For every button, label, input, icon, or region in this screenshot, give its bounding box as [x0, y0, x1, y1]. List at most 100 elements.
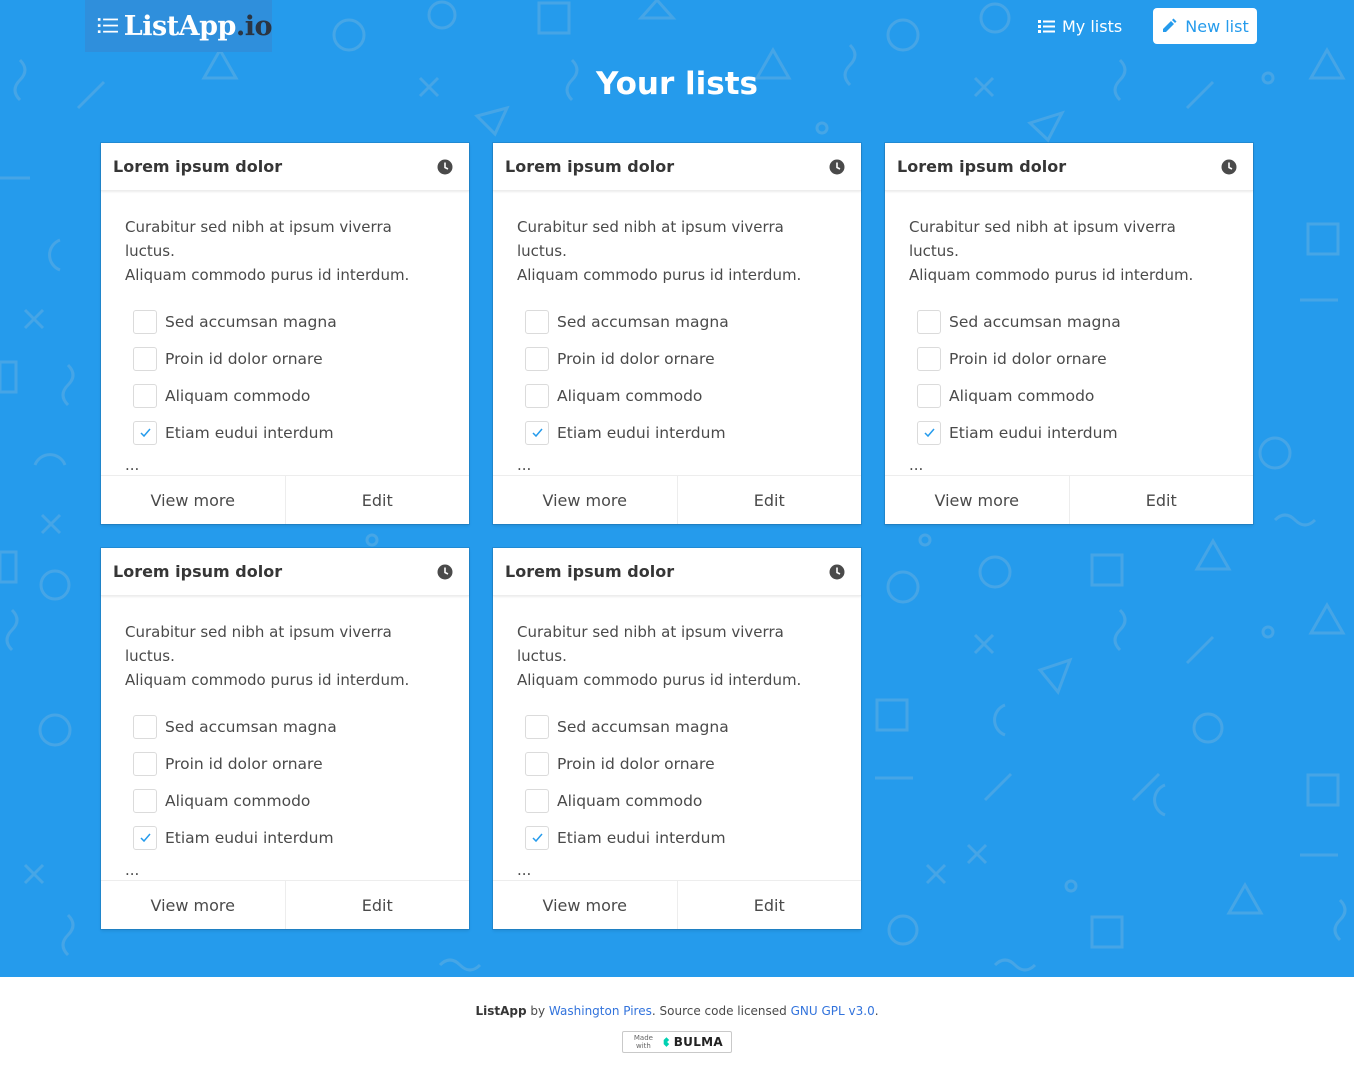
- item-checkbox[interactable]: [525, 309, 549, 334]
- item-checkbox[interactable]: [917, 346, 941, 371]
- item-label: Aliquam commodo: [165, 386, 311, 405]
- badge-made-with: Made with: [633, 1034, 653, 1050]
- more-indicator: ...: [517, 861, 532, 879]
- list-item: Proin id dolor ornare: [917, 340, 1229, 377]
- made-with-bulma-badge[interactable]: Made with BULMA: [622, 1031, 732, 1053]
- item-label: Aliquam commodo: [557, 791, 703, 810]
- view-more-button[interactable]: View more: [493, 881, 677, 929]
- item-label: Proin id dolor ornare: [165, 754, 323, 773]
- clock-icon: [829, 564, 845, 579]
- list-item: Proin id dolor ornare: [133, 745, 445, 782]
- item-label: Proin id dolor ornare: [557, 349, 715, 368]
- footer-credits: ListApp by Washington Pires. Source code…: [475, 1004, 879, 1018]
- list-item: Etiam eudui interdum: [525, 819, 837, 856]
- new-list-button[interactable]: New list: [1153, 8, 1257, 44]
- item-checkbox[interactable]: [525, 714, 549, 739]
- more-indicator: ...: [125, 456, 140, 474]
- item-checkbox[interactable]: [133, 309, 157, 334]
- list-item: Sed accumsan magna: [917, 303, 1229, 340]
- more-indicator: ...: [909, 456, 924, 474]
- edit-button[interactable]: Edit: [284, 881, 470, 929]
- clock-icon: [437, 564, 453, 579]
- checkmark-icon: [923, 428, 935, 438]
- view-more-button[interactable]: View more: [493, 476, 677, 524]
- card-title: Lorem ipsum dolor: [113, 157, 283, 176]
- card-header: Lorem ipsum dolor: [101, 143, 469, 191]
- item-label: Sed accumsan magna: [557, 717, 729, 736]
- edit-button[interactable]: Edit: [284, 476, 470, 524]
- item-checkbox[interactable]: [525, 788, 549, 813]
- item-label: Sed accumsan magna: [557, 312, 729, 331]
- item-checkbox[interactable]: [133, 383, 157, 408]
- item-checkbox[interactable]: [133, 420, 157, 445]
- card-title: Lorem ipsum dolor: [897, 157, 1067, 176]
- list-item: Aliquam commodo: [133, 377, 445, 414]
- item-checkbox[interactable]: [917, 383, 941, 408]
- nav-my-lists[interactable]: My lists: [1038, 14, 1122, 38]
- item-label: Etiam eudui interdum: [949, 423, 1118, 442]
- item-checkbox[interactable]: [917, 420, 941, 445]
- card-header: Lorem ipsum dolor: [885, 143, 1253, 191]
- item-checkbox[interactable]: [133, 788, 157, 813]
- brand-logo[interactable]: ListApp.io: [85, 0, 273, 52]
- badge-bulma: BULMA: [673, 1035, 723, 1049]
- checkmark-icon: [531, 833, 543, 843]
- card-title: Lorem ipsum dolor: [505, 157, 675, 176]
- edit-button[interactable]: Edit: [676, 881, 862, 929]
- item-checkbox[interactable]: [133, 825, 157, 850]
- item-checkbox[interactable]: [525, 420, 549, 445]
- nav-my-lists-label: My lists: [1062, 16, 1123, 36]
- item-label: Aliquam commodo: [165, 791, 311, 810]
- clock-icon: [1221, 159, 1237, 174]
- item-checkbox[interactable]: [133, 346, 157, 371]
- view-more-button[interactable]: View more: [885, 476, 1069, 524]
- card-header: Lorem ipsum dolor: [493, 548, 861, 596]
- item-label: Aliquam commodo: [949, 386, 1095, 405]
- item-checkbox[interactable]: [917, 309, 941, 334]
- card-description: Curabitur sed nibh at ipsum viverra luct…: [125, 623, 410, 689]
- item-label: Proin id dolor ornare: [557, 754, 715, 773]
- item-checkbox[interactable]: [133, 751, 157, 776]
- list-card: Lorem ipsum dolor Curabitur sed nibh at i…: [101, 548, 469, 929]
- list-item: Etiam eudui interdum: [133, 819, 445, 856]
- item-label: Etiam eudui interdum: [165, 423, 334, 442]
- site-footer: ListApp by Washington Pires. Source code…: [0, 977, 1354, 1081]
- list-item: Etiam eudui interdum: [133, 414, 445, 451]
- edit-button[interactable]: Edit: [1068, 476, 1254, 524]
- card-description: Curabitur sed nibh at ipsum viverra luct…: [517, 218, 802, 284]
- item-label: Sed accumsan magna: [949, 312, 1121, 331]
- list-item: Proin id dolor ornare: [525, 745, 837, 782]
- list-item: Aliquam commodo: [525, 782, 837, 819]
- checkmark-icon: [531, 428, 543, 438]
- checkmark-icon: [139, 833, 151, 843]
- item-checkbox[interactable]: [525, 825, 549, 850]
- list-card: Lorem ipsum dolor Curabitur sed nibh at i…: [885, 143, 1253, 524]
- list-item: Sed accumsan magna: [133, 708, 445, 745]
- item-label: Proin id dolor ornare: [165, 349, 323, 368]
- author-link[interactable]: Washington Pires: [549, 1004, 652, 1018]
- card-content: Curabitur sed nibh at ipsum viverra luct…: [101, 191, 469, 475]
- item-checkbox[interactable]: [133, 714, 157, 739]
- clock-icon: [437, 159, 453, 174]
- card-footer: View more Edit: [493, 880, 861, 929]
- page-title: Your lists: [595, 66, 759, 102]
- card-description: Curabitur sed nibh at ipsum viverra luct…: [517, 623, 802, 689]
- list-logo-icon: [97, 18, 118, 33]
- hero-section: ListApp.io My lists New list Your lists …: [0, 0, 1354, 977]
- item-checkbox[interactable]: [525, 383, 549, 408]
- item-label: Proin id dolor ornare: [949, 349, 1107, 368]
- edit-button[interactable]: Edit: [676, 476, 862, 524]
- view-more-button[interactable]: View more: [101, 476, 285, 524]
- new-list-label: New list: [1185, 16, 1249, 36]
- item-checkbox[interactable]: [525, 346, 549, 371]
- list-item: Sed accumsan magna: [525, 708, 837, 745]
- card-content: Curabitur sed nibh at ipsum viverra luct…: [885, 191, 1253, 475]
- license-link[interactable]: GNU GPL v3.0: [791, 1004, 875, 1018]
- item-label: Etiam eudui interdum: [165, 828, 334, 847]
- card-content: Curabitur sed nibh at ipsum viverra luct…: [493, 596, 861, 880]
- view-more-button[interactable]: View more: [101, 881, 285, 929]
- item-checkbox[interactable]: [525, 751, 549, 776]
- card-footer: View more Edit: [101, 880, 469, 929]
- card-footer: View more Edit: [493, 475, 861, 524]
- checklist: Sed accumsan magna Proin id dolor ornare A…: [525, 303, 837, 451]
